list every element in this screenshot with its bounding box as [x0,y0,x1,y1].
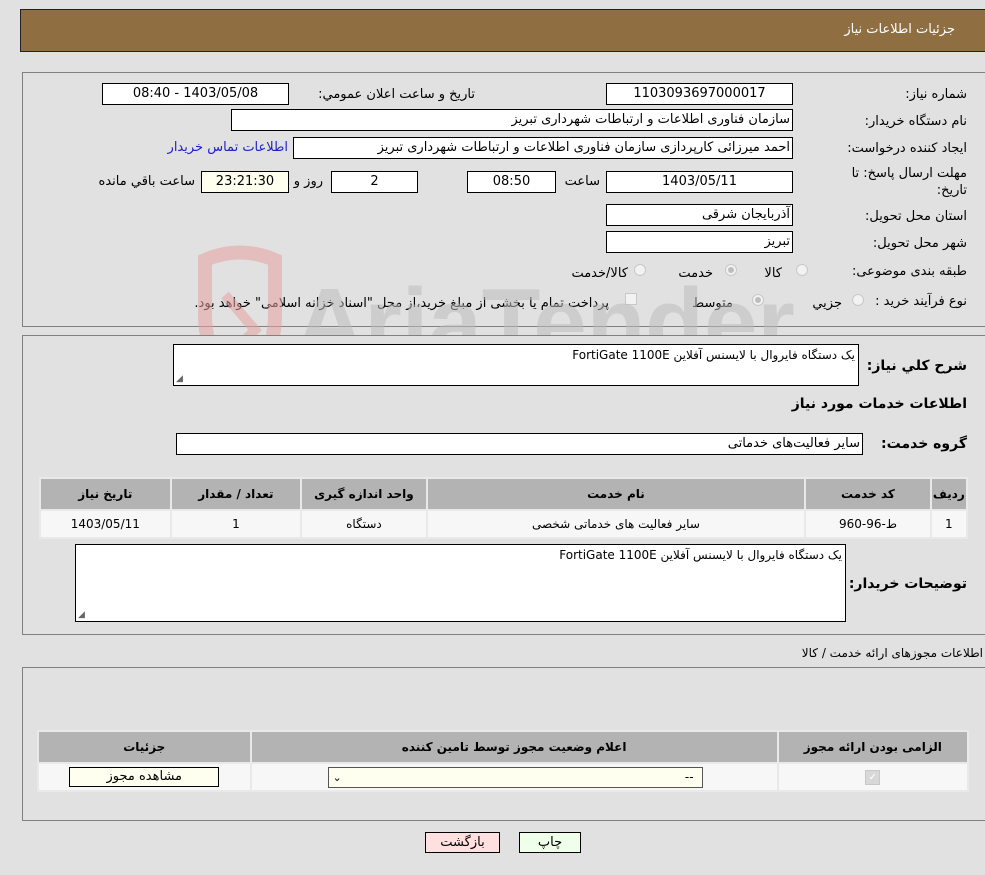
category-radio-goods-service[interactable] [634,264,646,276]
category-label: طبقه بندی موضوعی: [851,264,967,279]
process-minor-label: جزيي [812,296,842,311]
cell-permit-details: مشاهده مجوز [37,762,252,792]
permit-status-select[interactable]: -- ⌄ [327,766,703,788]
services-table: ردیف کد خدمت نام خدمت واحد اندازه گیری ت… [39,477,969,539]
table-row: ✓ -- ⌄ مشاهده مجوز [37,762,970,792]
requester-field: احمد میرزائی کارپردازی سازمان فناوری اطل… [293,137,793,159]
cell-permit-status: -- ⌄ [249,762,779,792]
permit-required-checkbox[interactable]: ✓ [865,770,881,785]
buyer-notes-text: یک دستگاه فایروال با لایسنس آفلاین Forti… [559,548,842,562]
deadline-label-2: تاریخ: [936,183,967,198]
description-text: یک دستگاه فایروال با لایسنس آفلاین Forti… [572,348,855,362]
need-number-label: شماره نیاز: [905,87,967,102]
buyer-notes-textarea[interactable]: یک دستگاه فایروال با لایسنس آفلاین Forti… [75,544,846,622]
buyer-org-field: سازمان فناوری اطلاعات و ارتباطات شهرداری… [231,109,793,131]
service-group-label: گروه خدمت: [881,436,967,452]
services-heading: اطلاعات خدمات مورد نیاز [791,396,967,412]
need-number-field: 1103093697000017 [606,83,793,105]
cell-service-name: سایر فعالیت های خدماتی شخصی [425,509,807,539]
treasury-checkbox-label: پرداخت تمام یا بخشی از مبلغ خرید،از محل … [194,296,609,311]
print-button[interactable]: چاپ [519,832,581,853]
deadline-label: مهلت ارسال پاسخ: تا [851,166,967,181]
view-permit-button[interactable]: مشاهده مجوز [69,767,220,787]
col-quantity: تعداد / مقدار [169,477,303,511]
deadline-time-field: 08:50 [467,171,556,193]
permits-heading: اطلاعات مجوزهای ارائه خدمت / کالا [801,646,983,660]
cell-row-number: 1 [929,509,969,539]
resize-handle-icon[interactable]: ◢ [78,610,85,620]
announce-date-label: تاریخ و ساعت اعلان عمومي: [318,87,475,102]
category-goods-service-label: کالا/خدمت [571,266,628,281]
page-header: جزئیات اطلاعات نیاز [20,9,985,52]
permit-status-value: -- [684,769,694,784]
col-service-code: کد خدمت [804,477,932,511]
requester-label: ایجاد کننده درخواست: [847,141,967,156]
cell-permit-required: ✓ [776,762,970,792]
col-permit-required: الزامی بودن ارائه مجوز [776,730,970,764]
description-textarea[interactable]: یک دستگاه فایروال با لایسنس آفلاین Forti… [173,344,859,386]
process-radio-medium[interactable] [752,294,764,306]
cell-service-code: ط-96-960 [804,509,932,539]
permits-table: الزامی بودن ارائه مجوز اعلام وضعیت مجوز … [37,730,970,792]
remaining-time-label: ساعت باقي مانده [98,174,195,189]
table-row: 1 ط-96-960 سایر فعالیت های خدماتی شخصی د… [39,509,969,539]
col-unit: واحد اندازه گیری [300,477,428,511]
process-label: نوع فرآیند خرید : [875,294,967,309]
resize-handle-icon[interactable]: ◢ [176,374,183,384]
buyer-org-label: نام دستگاه خریدار: [864,114,967,129]
process-radio-minor[interactable] [852,294,864,306]
treasury-checkbox[interactable] [625,293,637,305]
page-title: جزئیات اطلاعات نیاز [844,22,955,37]
cell-need-date: 1403/05/11 [39,509,172,539]
col-need-date: تاریخ نیاز [39,477,172,511]
cell-unit: دستگاه [300,509,428,539]
service-group-field: سایر فعالیت‌های خدماتی [176,433,863,455]
province-field: آذربایجان شرقی [606,204,793,226]
city-label: شهر محل تحویل: [872,236,967,251]
buyer-notes-label: توضیحات خریدار: [848,576,967,592]
city-field: تبریز [606,231,793,253]
buyer-contact-link[interactable]: اطلاعات تماس خریدار [168,140,288,155]
category-radio-goods[interactable] [796,264,808,276]
chevron-down-icon: ⌄ [332,770,342,784]
col-row-number: ردیف [929,477,969,511]
cell-quantity: 1 [169,509,303,539]
deadline-date-field: 1403/05/11 [606,171,793,193]
remaining-time-field: 23:21:30 [201,171,289,193]
announce-date-field: 1403/05/08 - 08:40 [102,83,289,105]
days-remaining-field: 2 [331,171,418,193]
deadline-time-label: ساعت [564,174,600,189]
col-permit-details: جزئیات [37,730,252,764]
process-medium-label: متوسط [692,296,733,311]
category-goods-label: کالا [764,266,782,281]
category-service-label: خدمت [678,266,713,281]
col-service-name: نام خدمت [425,477,807,511]
col-permit-status: اعلام وضعیت مجوز توسط تامین کننده [249,730,779,764]
description-label: شرح كلي نياز: [866,358,967,374]
back-button[interactable]: بازگشت [425,832,500,853]
days-label: روز و [293,174,323,189]
category-radio-service[interactable] [725,264,737,276]
province-label: استان محل تحویل: [865,209,967,224]
